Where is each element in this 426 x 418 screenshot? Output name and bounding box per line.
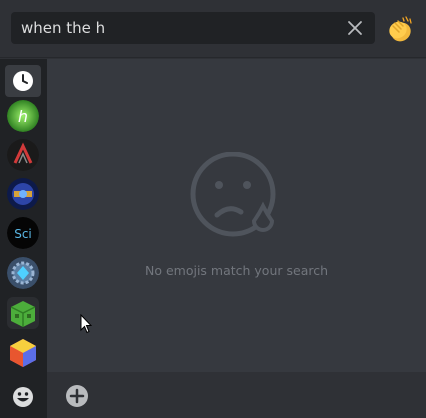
emoji-results-area: No emojis match your search [47,59,426,372]
svg-text:h: h [18,107,28,126]
server-sci-icon[interactable]: Sci [7,217,39,249]
sad-face-icon [190,152,276,237]
emoji-category-sidebar: h Sci [0,59,47,418]
mouse-cursor-icon [80,314,92,334]
clapping-hands-icon[interactable] [384,13,416,45]
svg-text:Sci: Sci [14,227,32,241]
server-gear-icon[interactable] [7,257,39,289]
emoji-picker-footer [47,372,426,418]
emoji-search-input[interactable] [21,12,331,44]
smiley-icon[interactable] [11,385,35,409]
server-blue-icon[interactable] [7,178,39,210]
add-circle-icon[interactable] [66,385,88,407]
server-h-icon[interactable]: h [7,100,39,132]
server-block-icon[interactable] [7,297,39,329]
recent-category[interactable] [5,65,41,97]
clock-icon [13,71,33,91]
server-a-icon[interactable] [7,139,39,171]
server-cube-icon[interactable] [7,337,39,369]
emoji-picker-header [0,0,426,58]
emoji-search-bar[interactable] [11,12,375,44]
close-icon[interactable] [347,20,363,36]
empty-state-message: No emojis match your search [144,263,329,278]
